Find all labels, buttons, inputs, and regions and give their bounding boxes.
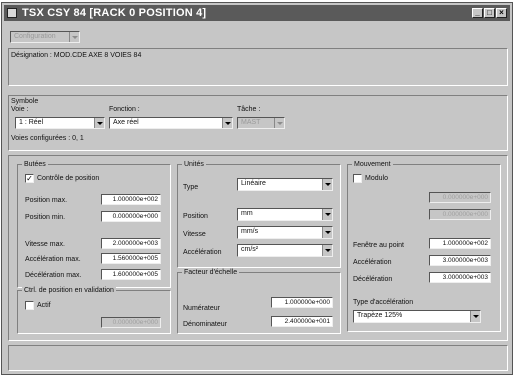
unites-acceleration-value: cm/s² — [241, 246, 259, 253]
unites-type-dropdown[interactable]: Linéaire — [237, 178, 333, 191]
modulo-value-1-field[interactable]: 0.000000e+000 — [429, 192, 491, 203]
numerateur-field[interactable]: 1.000000e+000 — [271, 297, 333, 308]
minimize-button[interactable]: _ — [472, 8, 483, 18]
deceleration-max-label: Décélération max. — [25, 272, 82, 279]
position-max-label: Position max. — [25, 197, 68, 204]
module-config-window: TSX CSY 84 [RACK 0 POSITION 4] _ □ × Con… — [1, 2, 513, 375]
chevron-down-icon — [274, 118, 284, 128]
vitesse-max-field[interactable]: 2.000000e+003 — [101, 238, 161, 249]
controle-position-checkbox[interactable]: ✓ — [25, 174, 34, 183]
chevron-down-icon — [322, 227, 332, 238]
controle-position-label: Contrôle de position — [37, 175, 100, 182]
voie-label: Voie : — [11, 106, 29, 113]
unites-position-value: mm — [241, 210, 253, 217]
denominateur-field[interactable]: 2.400000e+001 — [271, 316, 333, 327]
position-min-label: Position min. — [25, 214, 66, 221]
position-min-field[interactable]: 0.000000e+000 — [101, 211, 161, 222]
unites-vitesse-dropdown[interactable]: mm/s — [237, 226, 333, 239]
config-dropdown-value: Configuration — [14, 33, 56, 40]
unites-type-value: Linéaire — [241, 180, 266, 187]
module-icon — [7, 8, 17, 18]
unites-acceleration-dropdown[interactable]: cm/s² — [237, 244, 333, 257]
acceleration-max-field[interactable]: 1.560000e+005 — [101, 253, 161, 264]
ctrl-position-seuil-field[interactable]: 0.000000e+000 — [101, 317, 161, 328]
actif-checkbox[interactable] — [25, 301, 34, 310]
fonction-dropdown-value: Axe réel — [113, 119, 139, 126]
status-panel — [8, 345, 508, 371]
type-acceleration-dropdown[interactable]: Trapèze 125% — [353, 310, 481, 323]
modulo-checkbox[interactable] — [353, 174, 362, 183]
voie-dropdown[interactable]: 1 : Réel — [15, 117, 105, 129]
position-max-field[interactable]: 1.000000e+002 — [101, 194, 161, 205]
mouvement-acceleration-label: Accélération — [353, 259, 392, 266]
fonction-dropdown[interactable]: Axe réel — [109, 117, 233, 129]
ctrl-position-group-title: Ctrl. de position en validation — [22, 286, 116, 295]
config-dropdown[interactable]: Configuration — [10, 31, 80, 43]
fonction-label: Fonction : — [109, 106, 140, 113]
symbole-panel: Symbole Voie : Fonction : Tâche : 1 : Ré… — [8, 95, 508, 151]
unites-position-label: Position — [183, 213, 208, 220]
title-bar[interactable]: TSX CSY 84 [RACK 0 POSITION 4] _ □ × — [4, 5, 510, 21]
voies-configurees-label: Voies configurées : 0, 1 — [11, 135, 84, 142]
modulo-label: Modulo — [365, 175, 388, 182]
chevron-down-icon — [94, 118, 104, 128]
check-icon: ✓ — [26, 174, 33, 183]
chevron-down-icon — [470, 311, 480, 322]
acceleration-max-label: Accélération max. — [25, 256, 81, 263]
close-button[interactable]: × — [496, 8, 507, 18]
vitesse-max-label: Vitesse max. — [25, 241, 65, 248]
chevron-down-icon — [322, 209, 332, 220]
unites-vitesse-value: mm/s — [241, 228, 259, 235]
window-title: TSX CSY 84 [RACK 0 POSITION 4] — [22, 7, 207, 19]
voie-dropdown-value: 1 : Réel — [19, 119, 44, 126]
mouvement-group-title: Mouvement — [352, 160, 393, 169]
mouvement-acceleration-field[interactable]: 3.000000e+003 — [429, 255, 491, 266]
type-acceleration-label: Type d'accélération — [353, 299, 414, 306]
denominateur-label: Dénominateur — [183, 321, 227, 328]
maximize-button[interactable]: □ — [484, 8, 495, 18]
actif-label: Actif — [37, 302, 51, 309]
unites-position-dropdown[interactable]: mm — [237, 208, 333, 221]
unites-acceleration-label: Accélération — [183, 249, 222, 256]
modulo-value-2-field[interactable]: 0.000000e+000 — [429, 209, 491, 220]
unites-type-label: Type — [183, 184, 199, 191]
fenetre-point-field[interactable]: 1.000000e+002 — [429, 238, 491, 249]
deceleration-max-field[interactable]: 1.600000e+005 — [101, 269, 161, 280]
chevron-down-icon — [322, 245, 332, 256]
facteur-group-title: Facteur d'échelle — [182, 268, 240, 277]
chevron-down-icon — [69, 32, 79, 42]
parameters-panel: Butées ✓ Contrôle de position Position m… — [8, 155, 508, 341]
unites-vitesse-label: Vitesse — [183, 231, 206, 238]
unites-group-title: Unités — [182, 160, 206, 169]
chevron-down-icon — [222, 118, 232, 128]
tache-label: Tâche : — [237, 106, 261, 113]
mouvement-deceleration-field[interactable]: 3.000000e+003 — [429, 272, 491, 283]
mouvement-deceleration-label: Décélération — [353, 276, 393, 283]
designation-label: Désignation : MOD.CDE AXE 8 VOIES 84 — [11, 52, 142, 59]
butees-group-title: Butées — [22, 160, 48, 169]
numerateur-label: Numérateur — [183, 305, 220, 312]
tache-dropdown[interactable]: MAST — [237, 117, 285, 129]
chevron-down-icon — [322, 179, 332, 190]
type-acceleration-value: Trapèze 125% — [357, 312, 403, 319]
fenetre-point-label: Fenêtre au point — [353, 242, 404, 249]
tache-dropdown-value: MAST — [241, 119, 261, 126]
designation-panel: Désignation : MOD.CDE AXE 8 VOIES 84 — [8, 48, 508, 86]
